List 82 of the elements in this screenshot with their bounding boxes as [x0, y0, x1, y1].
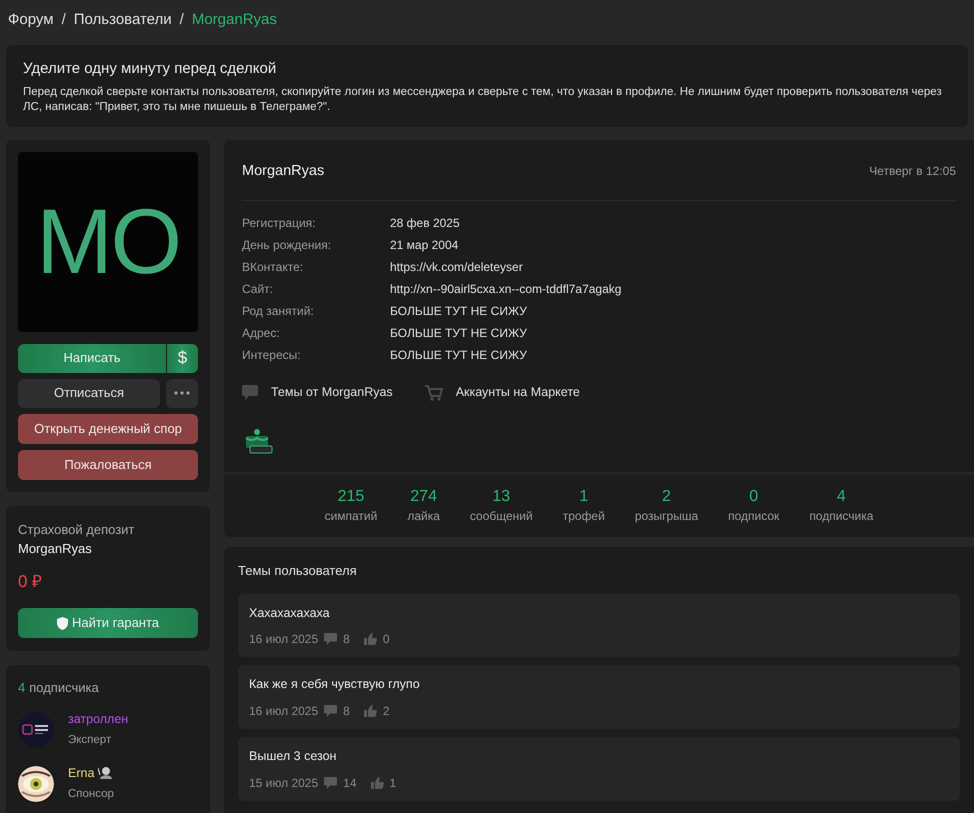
stat-label: подписок — [728, 508, 780, 525]
notice-text: Перед сделкой сверьте контакты пользователя, скопируйте логин из мессенджера и сверьте с тем, что указан в профиле. Не лишним будет проверить пользователя через ЛС, написав: "Привет, это ты мне пишешь в Телеграме?". — [23, 84, 943, 114]
reply-count: 8 — [343, 631, 350, 648]
field-value: БОЛЬШЕ ТУТ НЕ СИЖУ — [390, 347, 528, 364]
stat-value: 274 — [410, 487, 437, 507]
last-seen: Четверг в 12:05 — [869, 163, 956, 180]
speech-bubble-icon — [324, 705, 338, 717]
stat-label: лайка — [407, 508, 440, 525]
stat-label: розыгрыша — [634, 508, 698, 525]
thumbs-up-icon — [364, 705, 377, 717]
find-guarantor-button[interactable]: Найти гаранта — [18, 608, 198, 638]
username: MorganRyas — [242, 162, 324, 180]
deposit-user: MorganRyas — [18, 540, 93, 558]
topic-item[interactable]: Вышел 3 сезон 15 июл 2025 14 1 — [238, 737, 960, 801]
breadcrumb-link[interactable]: MorganRyas — [192, 8, 277, 32]
breadcrumb-link[interactable]: Форум — [8, 8, 54, 32]
field-label: ВКонтакте: — [242, 259, 304, 276]
topic-item[interactable]: Как же я себя чувствую глупо 16 июл 2025 8 2 — [238, 665, 960, 729]
field-label: Сайт: — [242, 281, 274, 298]
thumbs-up-icon — [364, 633, 377, 646]
stat-value: 0 — [749, 487, 758, 507]
deposit-amount: 0 ₽ — [18, 570, 44, 592]
stat-label: подписчика — [809, 508, 874, 525]
follower-role: Спонсор — [68, 787, 114, 802]
topic-date: 16 июл 2025 — [249, 703, 318, 720]
topic-item[interactable]: Хахахахахаха 16 июл 2025 8 0 — [238, 594, 960, 658]
more-button[interactable] — [166, 378, 198, 408]
topic-title: Хахахахахаха — [249, 604, 331, 622]
stat-value: 13 — [492, 487, 510, 507]
action-button[interactable]: Пожаловаться — [18, 450, 198, 480]
profile-link[interactable]: Темы от MorganRyas — [242, 383, 393, 402]
topic-date: 16 июл 2025 — [249, 631, 318, 648]
speech-bubble-icon — [324, 776, 338, 789]
stat-value: 1 — [579, 487, 588, 507]
notice-title: Уделите одну минуту перед сделкой — [23, 59, 278, 79]
topic-title: Вышел 3 сезон — [249, 748, 338, 765]
figure-icon — [98, 766, 112, 780]
field-value: http://xn--90airl5cxa.xn--com-tddfl7a7agakg — [390, 281, 622, 298]
follower-count: 4 — [18, 679, 26, 697]
avatar-initials: MO — [36, 190, 180, 294]
like-count: 0 — [382, 631, 390, 648]
stat-label: симпатий — [324, 508, 378, 525]
deposit-title: Страховой депозит — [18, 520, 136, 539]
field-value: 28 фев 2025 — [390, 215, 461, 232]
field-value: БОЛЬШЕ ТУТ НЕ СИЖУ — [390, 303, 528, 320]
stat-value: 4 — [836, 487, 846, 507]
stat-value: 215 — [338, 487, 364, 507]
topic-title: Как же я себя чувствую глупо — [249, 676, 421, 694]
breadcrumb-link[interactable]: Пользователи — [74, 8, 172, 32]
action-button[interactable]: Написать — [18, 344, 166, 372]
field-label: Интересы: — [242, 347, 302, 364]
topic-date: 15 июл 2025 — [249, 774, 318, 792]
stat-label: сообщений — [470, 508, 533, 525]
thumbs-up-icon — [370, 776, 384, 789]
speech-bubble-icon — [324, 633, 338, 646]
breadcrumb-separator: / — [62, 10, 66, 30]
field-value: https://vk.com/deleteyser — [390, 259, 524, 276]
action-button[interactable]: Отписаться — [18, 378, 160, 408]
cart-icon — [424, 384, 443, 401]
reply-count: 8 — [343, 703, 350, 720]
profile-link[interactable]: Аккаунты на Маркете — [424, 383, 580, 402]
field-label: Регистрация: — [242, 215, 316, 232]
field-label: Адрес: — [242, 325, 281, 342]
reply-count: 14 — [343, 774, 357, 792]
follower-name[interactable]: Erna — [68, 764, 94, 782]
field-label: Род занятий: — [242, 303, 315, 320]
stat-value: 2 — [662, 487, 671, 507]
field-value: 21 мар 2004 — [390, 237, 460, 254]
breadcrumb-separator: / — [180, 10, 184, 30]
followers-title: подписчика — [29, 679, 99, 697]
action-button[interactable]: Открыть денежный спор — [18, 414, 198, 444]
field-label: День рождения: — [242, 237, 332, 254]
section-title: Темы пользователя — [238, 562, 358, 580]
follower-name[interactable]: затроллен — [68, 710, 128, 728]
speech-bubble-icon — [242, 385, 258, 400]
like-count: 2 — [382, 703, 390, 720]
field-value: БОЛЬШЕ ТУТ НЕ СИЖУ — [390, 325, 528, 342]
like-count: 1 — [390, 774, 396, 792]
more-icon — [174, 391, 190, 395]
follower-role: Эксперт — [68, 733, 112, 748]
shield-icon — [56, 616, 68, 630]
stat-label: трофей — [562, 508, 605, 525]
